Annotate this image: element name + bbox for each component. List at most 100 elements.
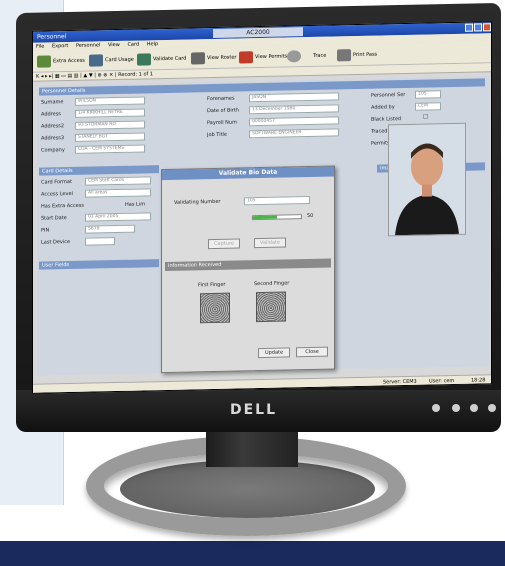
extra-access-button[interactable]: Extra Access	[37, 54, 85, 69]
validating-number-field[interactable]: 105	[244, 195, 310, 206]
view-permits-label: View Permits	[255, 53, 288, 61]
address-field[interactable]: 1/4 KIRKHILL RETRE	[75, 108, 145, 118]
capture-progress-bar	[252, 214, 302, 221]
bottom-band	[0, 541, 505, 566]
group-icon	[37, 55, 51, 68]
personnel-ser-field[interactable]: 105	[415, 90, 441, 99]
view-roster-button[interactable]: View Roster	[191, 51, 236, 66]
person-card-icon	[89, 54, 103, 67]
information-received-header: Information Received	[165, 258, 331, 272]
traced-label: Traced	[371, 128, 388, 135]
maximize-button[interactable]	[474, 23, 482, 32]
menu-card[interactable]: Card	[127, 42, 139, 48]
monitor-brand-logo: DELL	[230, 402, 278, 418]
start-date-label: Start Date	[41, 215, 67, 222]
monitor-screen: Personnel AC2000 File Export Personnel V…	[32, 21, 492, 394]
personnel-ser-label: Personnel Ser	[371, 91, 406, 99]
last-device-field[interactable]	[85, 237, 115, 246]
view-roster-label: View Roster	[207, 54, 237, 62]
has-extra-access-label: Has Extra Access	[41, 202, 84, 210]
menu-export[interactable]: Export	[52, 43, 68, 49]
forenames-field[interactable]: JASON	[249, 92, 339, 103]
black-listed-label: Black Listed	[371, 116, 402, 123]
print-pass-button[interactable]: Print Pass	[337, 48, 377, 63]
close-window-button[interactable]	[483, 23, 491, 32]
validate-card-label: Validate Card	[153, 55, 187, 63]
menu-personnel[interactable]: Personnel	[76, 42, 100, 49]
address3-label: Address3	[41, 135, 65, 142]
close-button[interactable]: Close	[296, 346, 328, 358]
extra-access-label: Extra Access	[53, 57, 85, 65]
validating-number-label: Validating Number	[174, 198, 221, 206]
pin-label: PIN	[41, 227, 50, 234]
trace-button[interactable]: Trace	[313, 49, 326, 63]
validate-bio-data-dialog: Validate Bio Data Validating Number 105 …	[161, 165, 335, 374]
second-fingerprint-image	[256, 291, 286, 323]
roster-icon	[191, 52, 205, 65]
validate-card-icon	[137, 53, 151, 66]
job-title-field[interactable]: SOFTWARE ENGINEER	[249, 128, 339, 139]
progress-value: 50	[307, 212, 314, 220]
card-format-label: Card Format	[41, 178, 72, 186]
payroll-num-label: Payroll Num	[207, 119, 237, 127]
menu-view[interactable]: View	[108, 42, 120, 48]
surname-field[interactable]: WILSON	[75, 96, 145, 106]
company-label: Company	[41, 147, 65, 154]
last-device-label: Last Device	[41, 239, 71, 246]
dialog-title: Validate Bio Data	[162, 166, 334, 181]
job-title-label: Job Title	[207, 131, 228, 139]
personnel-photo	[388, 122, 466, 237]
added-by-field[interactable]: CEM	[415, 102, 441, 111]
address2-field[interactable]: 93 STORMAN RD	[75, 120, 145, 130]
window-title: Personnel	[37, 33, 67, 41]
menu-help[interactable]: Help	[147, 41, 158, 47]
date-of-birth-field[interactable]: 13 December 1980	[249, 104, 339, 115]
forenames-label: Forenames	[207, 95, 235, 103]
black-listed-checkbox[interactable]: ☐	[423, 114, 428, 121]
view-permits-button[interactable]: View Permits	[239, 49, 287, 64]
payroll-num-field[interactable]: 00000457	[249, 116, 339, 127]
company-field[interactable]: CDA - CEM SYSTEMS	[75, 144, 145, 154]
address2-label: Address2	[41, 123, 65, 130]
user-fields-header: User Fields	[39, 259, 159, 270]
date-of-birth-label: Date of Birth	[207, 107, 239, 115]
minimize-button[interactable]	[465, 23, 473, 32]
first-fingerprint-image	[200, 292, 230, 324]
validate-button[interactable]: Validate	[254, 237, 286, 249]
monitor-button	[432, 404, 440, 412]
monitor-power-button	[488, 404, 496, 412]
card-usage-button[interactable]: Card Usage	[89, 53, 134, 68]
search-person-icon	[287, 50, 301, 63]
monitor-button	[470, 404, 478, 412]
card-usage-label: Card Usage	[105, 56, 134, 64]
status-server: Server: CEM3	[383, 378, 417, 386]
surname-label: Surname	[41, 99, 64, 106]
pin-field[interactable]: 5678	[85, 224, 135, 234]
validate-card-button[interactable]: Validate Card	[137, 52, 186, 67]
status-time: 18:28	[471, 377, 486, 384]
address-label: Address	[41, 111, 61, 118]
printer-icon	[337, 49, 351, 62]
has-lim-label: Has Lim	[125, 201, 146, 208]
access-level-label: Access Level	[41, 190, 73, 198]
address3-field[interactable]: STANELY BGT	[75, 132, 145, 142]
second-finger-label: Second Finger	[254, 280, 290, 288]
added-by-label: Added by	[371, 104, 395, 111]
portrait-image	[389, 123, 465, 236]
status-user: User: cem	[429, 377, 455, 385]
card-details-header: Card Details	[39, 165, 159, 176]
first-finger-label: First Finger	[198, 281, 226, 289]
card-format-field[interactable]: CEM Staff Cards	[85, 176, 151, 186]
print-pass-label: Print Pass	[353, 51, 378, 59]
app-title: AC2000	[213, 27, 303, 39]
update-button[interactable]: Update	[258, 347, 290, 359]
permits-icon	[239, 51, 253, 64]
menu-file[interactable]: File	[36, 44, 44, 50]
stage: DELL Personnel AC2000 File Export Person…	[0, 0, 505, 566]
capture-button[interactable]: Capture	[208, 238, 240, 250]
start-date-field[interactable]: 01 April 2005	[85, 212, 151, 222]
permits-label: Permits	[371, 140, 390, 147]
monitor-button	[452, 404, 460, 412]
access-level-field[interactable]: All areas	[85, 188, 151, 198]
search-person-button[interactable]	[287, 49, 303, 63]
